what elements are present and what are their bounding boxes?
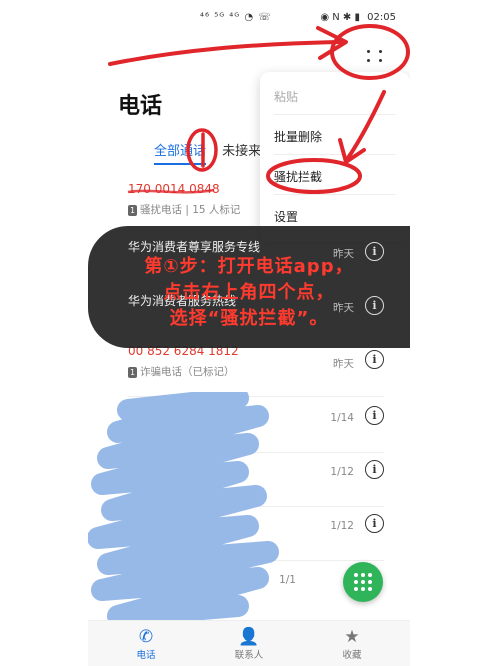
status-indicators: ◉ N ✱ ▮ 02:05 [320, 12, 396, 23]
bottom-nav: ✆ 电话 👤 联系人 ★ 收藏 [88, 620, 410, 666]
nav-phone[interactable]: ✆ 电话 [116, 627, 176, 661]
sim-icon: 1 [128, 204, 137, 216]
info-icon[interactable]: i [365, 406, 384, 425]
call-time: 1/12 [330, 466, 354, 478]
nav-contacts[interactable]: 👤 联系人 [219, 627, 279, 661]
menu-item-batch-delete[interactable]: 批量删除 [274, 128, 322, 145]
menu-divider [274, 114, 396, 115]
phone-icon: ✆ [138, 627, 154, 647]
call-time: 昨天 [333, 358, 354, 370]
dialpad-button[interactable] [343, 562, 383, 602]
star-icon: ★ [344, 627, 360, 647]
more-options-icon[interactable] [364, 44, 388, 68]
nav-favorites-label: 收藏 [342, 650, 362, 661]
nav-contacts-label: 联系人 [234, 650, 264, 661]
menu-divider [274, 154, 396, 155]
status-signal: ⁴⁶ ⁵ᴳ ⁴ᴳ ◔ ☏ [200, 12, 272, 23]
status-time: 02:05 [367, 12, 396, 23]
call-detail: 1 骚扰电话 | 15 人标记 [128, 202, 240, 217]
menu-divider [274, 194, 396, 195]
info-icon[interactable]: i [365, 514, 384, 533]
status-bar: ⁴⁶ ⁵ᴳ ⁴ᴳ ◔ ☏ ◉ N ✱ ▮ 02:05 [88, 8, 410, 28]
nav-favorites[interactable]: ★ 收藏 [322, 627, 382, 661]
nav-phone-label: 电话 [136, 650, 156, 661]
call-tag: 骚扰电话 | 15 人标记 [140, 204, 241, 216]
overflow-menu: 粘贴 批量删除 骚扰拦截 设置 [260, 72, 410, 242]
status-icons: ◉ N ✱ ▮ [320, 12, 360, 23]
contacts-icon: 👤 [238, 627, 260, 647]
call-row[interactable]: 00 852 6284 1812 1 诈骗电话（已标记） 昨天 i [128, 342, 384, 397]
call-detail: 1 诈骗电话（已标记） [128, 364, 235, 379]
banner-line: 第①步：打开电话app， [144, 256, 354, 277]
call-tabs: 全部通话 未接来 [154, 140, 273, 165]
tab-missed-calls[interactable]: 未接来 [222, 140, 261, 159]
redaction-scribble [88, 392, 279, 627]
sim-icon: 1 [128, 366, 137, 378]
info-icon[interactable]: i [365, 350, 384, 369]
info-icon[interactable]: i [365, 460, 384, 479]
menu-item-harassment-block[interactable]: 骚扰拦截 [274, 168, 322, 185]
call-time: 1/12 [330, 520, 354, 532]
menu-item-settings[interactable]: 设置 [274, 208, 298, 225]
call-tag: 诈骗电话（已标记） [140, 366, 235, 378]
instruction-banner: 华为消费者尊享服务专线 昨天 i 华为消费者服务热线 昨天 i 第①步：打开电话… [88, 226, 410, 348]
caller-number: 170 0014 0848 [128, 182, 220, 196]
banner-line: 选择“骚扰拦截”。 [169, 308, 329, 329]
banner-line: 点击右上角四个点， [163, 282, 335, 303]
page-title: 电话 [118, 94, 163, 119]
call-time: 1/14 [330, 412, 354, 424]
menu-item-paste[interactable]: 粘贴 [274, 88, 298, 105]
phone-screen: ⁴⁶ ⁵ᴳ ⁴ᴳ ◔ ☏ ◉ N ✱ ▮ 02:05 电话 全部通话 未接来 1… [88, 0, 410, 666]
tab-all-calls[interactable]: 全部通话 [154, 140, 207, 165]
